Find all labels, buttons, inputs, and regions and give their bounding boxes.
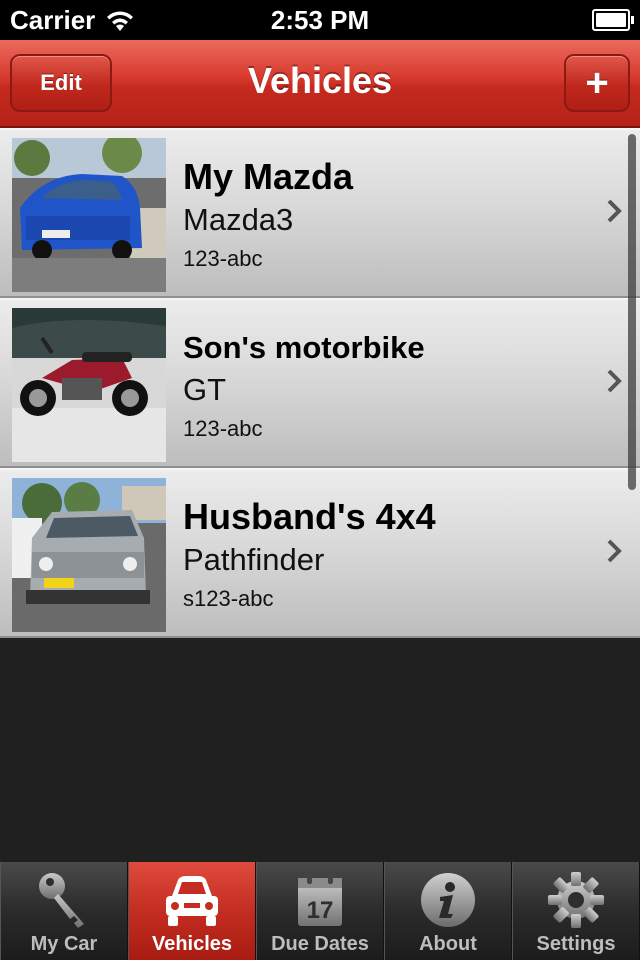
key-icon [39,873,84,928]
vehicle-name: Son's motorbike [183,330,425,365]
vehicle-plate: 123-abc [183,416,263,441]
calendar-icon: 17 [298,872,342,926]
tab-label: Vehicles [151,933,233,955]
vehicle-model: GT [183,372,227,407]
tab-my-car[interactable]: My Car [0,862,128,960]
vehicle-name: Husband's 4x4 [183,496,436,537]
tab-label: Due Dates [271,933,369,955]
vehicle-row[interactable]: My Mazda Mazda3 123-abc [0,128,640,298]
vehicle-row[interactable]: Son's motorbike GT 123-abc [0,298,640,468]
gear-icon [548,872,604,928]
tab-bar: My Car Vehicles 17 Due Dates About Setti… [0,862,640,960]
chevron-right-icon [607,539,622,563]
add-vehicle-button[interactable]: + [564,54,630,112]
chevron-right-icon [607,199,622,223]
tab-label: About [419,933,477,955]
battery-icon [592,9,634,31]
page-title: Vehicles [247,60,393,101]
tab-due-dates[interactable]: 17 Due Dates [256,862,384,960]
tab-about[interactable]: About [384,862,512,960]
red-motorbike-photo [12,308,166,462]
vehicle-row[interactable]: Husband's 4x4 Pathfinder s123-abc [0,468,640,638]
info-icon [421,873,475,927]
plus-icon: + [585,60,609,105]
vehicle-model: Pathfinder [183,542,325,577]
silver-4x4-photo [12,478,166,632]
status-bar: Carrier 2:53 PM [0,0,640,40]
vehicle-model: Mazda3 [183,202,294,237]
vehicle-plate: 123-abc [183,246,263,271]
tab-settings[interactable]: Settings [512,862,640,960]
tab-label: My Car [30,933,98,955]
car-icon [166,876,218,926]
tab-vehicles[interactable]: Vehicles [128,862,256,960]
calendar-day-label: 17 [307,897,334,924]
vehicle-plate: s123-abc [183,586,274,611]
vehicle-list: My Mazda Mazda3 123-abc Son's motorbike … [0,128,640,638]
scrollbar[interactable] [628,134,636,490]
vehicle-name: My Mazda [183,156,354,197]
status-time: 2:53 PM [270,5,370,35]
tab-label: Settings [536,933,616,955]
navigation-bar: Edit Vehicles + [0,40,640,128]
chevron-right-icon [607,369,622,393]
blue-hatchback-photo [12,138,166,292]
